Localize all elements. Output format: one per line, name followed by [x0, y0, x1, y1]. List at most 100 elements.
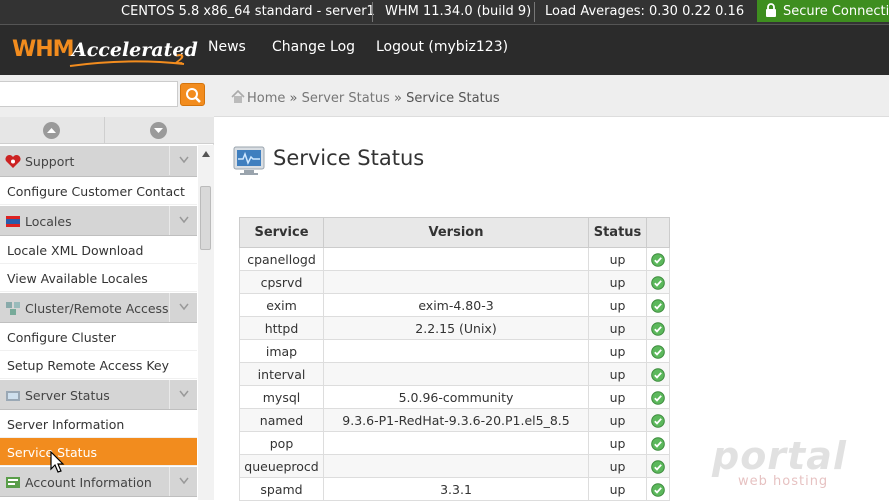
search-button[interactable] — [180, 83, 205, 106]
service-version-cell: 2.2.15 (Unix) — [323, 316, 589, 340]
table-row: interval up — [239, 362, 670, 386]
breadcrumb-separator: » — [393, 91, 402, 106]
service-status-cell: up — [588, 339, 647, 363]
service-version-cell: 5.0.96-community — [323, 385, 589, 409]
service-name-cell: httpd — [239, 316, 324, 340]
collapse-toggle[interactable] — [169, 146, 197, 175]
sidebar-scrollbar[interactable] — [198, 145, 214, 500]
sidebar: Support Configure Customer Contact Local… — [0, 117, 214, 500]
sidebar-item-view-available-locales[interactable]: View Available Locales — [0, 264, 197, 292]
scroll-up-arrow-icon[interactable] — [202, 151, 210, 157]
load-averages: Load Averages: 0.30 0.22 0.16 — [545, 4, 745, 19]
portal-web-hosting-watermark: portal web hosting — [708, 434, 858, 494]
service-name-cell: cpsrvd — [239, 270, 324, 294]
status-ok-icon — [651, 275, 665, 290]
breadcrumb-home[interactable]: Home — [247, 91, 285, 106]
sidebar-item-label: Configure Cluster — [7, 330, 116, 345]
table-row: httpd 2.2.15 (Unix) up — [239, 316, 670, 340]
arrow-down-icon — [150, 122, 167, 139]
secure-connection-badge[interactable]: Secure Connection — [757, 0, 889, 22]
search-icon — [186, 88, 201, 103]
sidebar-item-label: Configure Customer Contact — [7, 184, 185, 199]
app-header: WHM Accelerated 2 News Change Log Logout… — [0, 24, 889, 75]
breadcrumb: Home » Server Status » Service Status — [214, 75, 889, 117]
table-row: queueprocd up — [239, 454, 670, 478]
collapse-toggle[interactable] — [169, 380, 197, 409]
search-input[interactable] — [0, 81, 178, 107]
service-table-body: cpanellogd up cpsrvd up exim exim-4.80-3 up htt… — [239, 247, 670, 501]
table-row: imap up — [239, 339, 670, 363]
status-icon-cell — [646, 270, 670, 294]
sidebar-category-label: Locales — [25, 214, 72, 229]
nav-logout[interactable]: Logout (mybiz123) — [376, 39, 508, 55]
table-row: named 9.3.6-P1-RedHat-9.3.6-20.P1.el5_8.5… — [239, 408, 670, 432]
service-version-cell: 9.3.6-P1-RedHat-9.3.6-20.P1.el5_8.5 — [323, 408, 589, 432]
sidebar-category-account-information[interactable]: Account Information — [0, 466, 197, 497]
service-version-cell — [323, 362, 589, 386]
home-icon[interactable] — [231, 90, 245, 103]
chevron-down-icon — [179, 303, 189, 311]
service-version-cell: 3.3.1 — [323, 477, 589, 501]
lock-icon — [766, 3, 776, 17]
table-header-row: Service Version Status — [239, 217, 670, 248]
collapse-toggle[interactable] — [169, 467, 197, 496]
sidebar-category-server-status[interactable]: Server Status — [0, 379, 197, 410]
watermark-brand: portal — [712, 434, 847, 478]
logo-whm-text: WHM — [12, 37, 75, 62]
sidebar-item-configure-cluster[interactable]: Configure Cluster — [0, 323, 197, 351]
sidebar-item-setup-remote-access-key[interactable]: Setup Remote Access Key — [0, 351, 197, 379]
service-status-cell: up — [588, 431, 647, 455]
sidebar-scroll-controls — [0, 117, 214, 144]
status-ok-icon — [651, 482, 665, 497]
service-status-cell: up — [588, 316, 647, 340]
status-ok-icon — [651, 390, 665, 405]
table-row: mysql 5.0.96-community up — [239, 385, 670, 409]
service-name-cell: pop — [239, 431, 324, 455]
table-row: pop up — [239, 431, 670, 455]
service-version-cell — [323, 431, 589, 455]
collapse-toggle[interactable] — [169, 293, 197, 322]
scrollbar-thumb[interactable] — [200, 186, 211, 250]
sidebar-category-cluster-remote-access[interactable]: Cluster/Remote Access — [0, 292, 197, 323]
service-status-cell: up — [588, 477, 647, 501]
sidebar-scroll-up-button[interactable] — [0, 117, 107, 144]
sidebar-category-support[interactable]: Support — [0, 146, 197, 177]
status-icon-cell — [646, 293, 670, 317]
sidebar-item-configure-customer-contact[interactable]: Configure Customer Contact — [0, 177, 197, 205]
status-ok-icon — [651, 252, 665, 267]
collapse-toggle[interactable] — [169, 206, 197, 235]
service-version-cell — [323, 454, 589, 478]
table-row: cpanellogd up — [239, 247, 670, 271]
nav-change-log[interactable]: Change Log — [272, 39, 355, 55]
service-status-cell: up — [588, 293, 647, 317]
sidebar-category-label: Server Status — [25, 388, 110, 403]
status-ok-icon — [651, 413, 665, 428]
status-icon-cell — [646, 316, 670, 340]
status-ok-icon — [651, 436, 665, 451]
sidebar-item-locale-xml-download[interactable]: Locale XML Download — [0, 236, 197, 264]
breadcrumb-server-status[interactable]: Server Status — [302, 91, 390, 106]
support-icon — [5, 154, 21, 168]
search-bar — [0, 75, 214, 117]
sidebar-item-service-status[interactable]: Service Status — [0, 438, 197, 466]
column-header-status-icon — [646, 217, 670, 248]
breadcrumb-separator: » — [289, 91, 298, 106]
status-separator — [372, 2, 373, 22]
chevron-down-icon — [179, 477, 189, 485]
service-status-cell: up — [588, 385, 647, 409]
logo-swoosh-icon — [69, 60, 185, 67]
sidebar-item-server-information[interactable]: Server Information — [0, 410, 197, 438]
service-name-cell: imap — [239, 339, 324, 363]
whm-version: WHM 11.34.0 (build 9) — [385, 4, 532, 19]
sidebar-item-label: Server Information — [7, 417, 125, 432]
locales-icon — [6, 216, 20, 227]
sidebar-scroll-down-button[interactable] — [105, 117, 212, 144]
server-status-icon — [6, 391, 20, 401]
status-icon-cell — [646, 431, 670, 455]
whm-logo[interactable]: WHM Accelerated 2 — [12, 34, 198, 72]
service-status-cell: up — [588, 454, 647, 478]
nav-news[interactable]: News — [208, 39, 246, 55]
service-name-cell: mysql — [239, 385, 324, 409]
chevron-down-icon — [179, 156, 189, 164]
sidebar-category-locales[interactable]: Locales — [0, 205, 197, 236]
